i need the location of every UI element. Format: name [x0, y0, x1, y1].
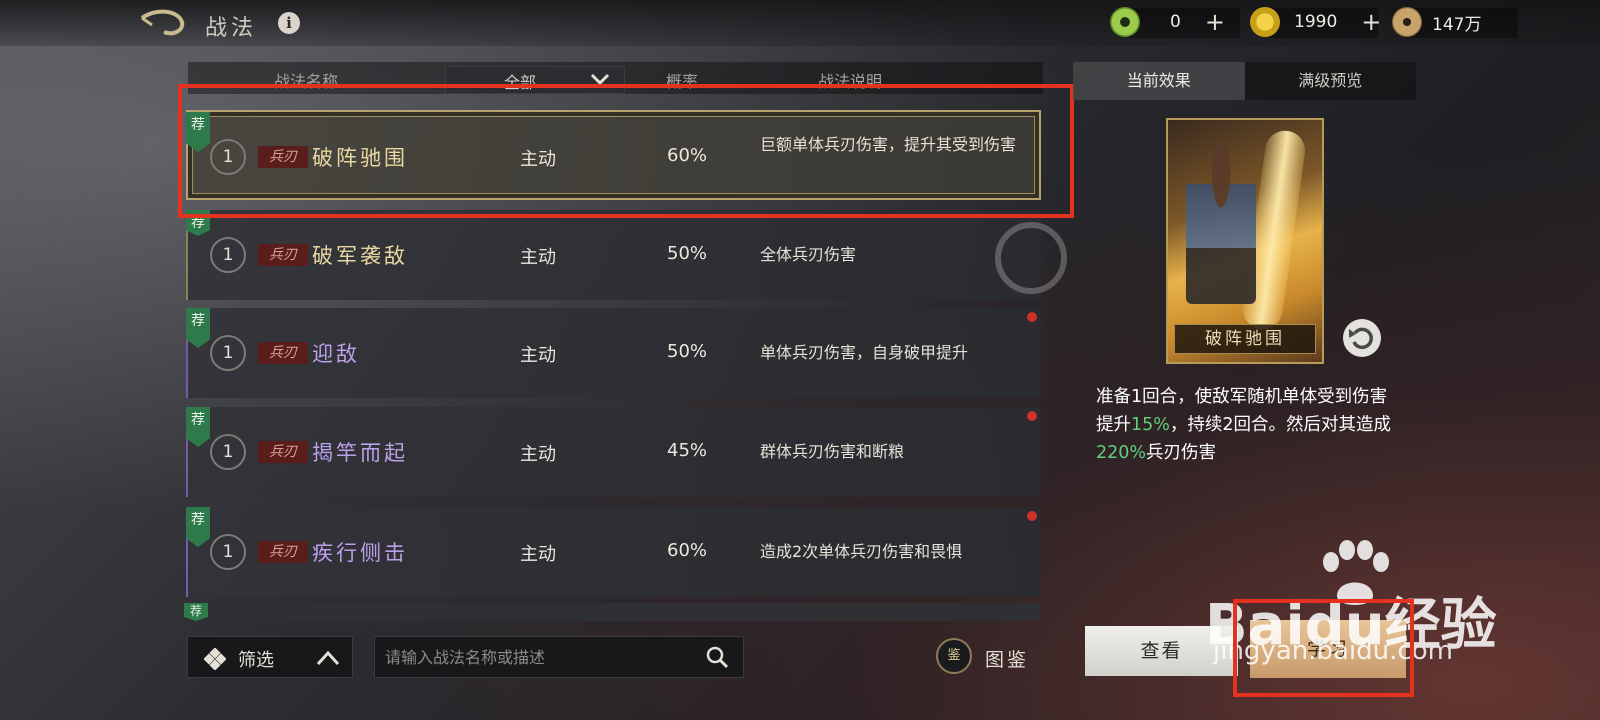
copper-coin-icon: [1392, 7, 1422, 37]
skill-level: 1: [210, 237, 246, 273]
resource-jade: 0 +: [1110, 6, 1225, 38]
loading-ring: [995, 222, 1067, 294]
highlight-box: [1233, 599, 1414, 697]
skill-row[interactable]: 荐 1 兵刃 破军袭敌 主动 50% 全体兵刃伤害: [186, 210, 1041, 300]
skill-tag: 兵刃: [258, 244, 308, 266]
back-arrow-icon: [140, 9, 185, 36]
skill-row[interactable]: 荐 1 兵刃 迎敌 主动 50% 单体兵刃伤害，自身破甲提升: [186, 308, 1041, 398]
card-skill-name: 破阵驰围: [1174, 324, 1316, 354]
search-box: [374, 636, 744, 678]
effect-description: 准备1回合，使敌军随机单体受到伤害提升15%，持续2回合。然后对其造成220%兵…: [1096, 383, 1396, 467]
highlight-box: [178, 84, 1074, 218]
search-input[interactable]: [385, 643, 685, 671]
resource-value: 0: [1170, 12, 1181, 32]
chevron-up-icon: [316, 650, 340, 666]
effect-text: 兵刃伤害: [1146, 443, 1217, 463]
skill-row[interactable]: 荐 1 兵刃 疾行侧击 主动 60% 造成2次单体兵刃伤害和畏惧: [186, 507, 1041, 597]
recommend-badge: 荐: [186, 407, 210, 447]
recommend-badge: 荐: [184, 603, 208, 621]
skill-name: 迎敌: [312, 342, 360, 366]
effect-value: 15%: [1131, 415, 1170, 435]
refresh-button[interactable]: [1343, 319, 1381, 357]
skill-rate: 45%: [667, 440, 708, 461]
card-art-figure: [1186, 144, 1256, 304]
skill-type: 主动: [520, 544, 556, 565]
info-icon[interactable]: i: [278, 12, 300, 34]
skill-rate: 50%: [667, 243, 708, 264]
search-icon[interactable]: [705, 645, 729, 669]
skill-tag: 兵刃: [258, 342, 308, 364]
skill-name: 疾行侧击: [312, 541, 408, 565]
skill-type: 主动: [520, 444, 556, 465]
codex-label: 图鉴: [985, 649, 1030, 671]
skill-tag: 兵刃: [258, 541, 308, 563]
resource-value: 1990: [1294, 12, 1338, 32]
skill-level: 1: [210, 434, 246, 470]
skill-type: 主动: [520, 345, 556, 366]
filter-label: 筛选: [238, 650, 274, 671]
panel-tabs: 当前效果 满级预览: [1073, 62, 1416, 100]
recommend-badge: 荐: [186, 507, 210, 547]
resource-copper: 147万: [1392, 6, 1481, 38]
refresh-icon: [1349, 327, 1373, 350]
filter-button[interactable]: 筛选: [187, 636, 353, 678]
skill-description: 群体兵刃伤害和断粮: [760, 442, 905, 461]
codex-button[interactable]: 鉴 图鉴: [936, 638, 1046, 678]
codex-icon: 鉴: [936, 638, 972, 674]
skill-level: 1: [210, 335, 246, 371]
tab-max-level-preview[interactable]: 满级预览: [1244, 62, 1416, 100]
add-jade-button[interactable]: +: [1205, 10, 1225, 34]
resource-value: 147万: [1432, 14, 1482, 35]
skill-tag: 兵刃: [258, 441, 308, 463]
resource-gold: 1990 +: [1250, 6, 1381, 38]
tab-current-effect[interactable]: 当前效果: [1073, 62, 1245, 100]
filter-icon: [204, 648, 226, 670]
new-indicator-dot: [1027, 312, 1037, 322]
skill-description: 造成2次单体兵刃伤害和畏惧: [760, 542, 963, 561]
jade-coin-icon: [1110, 7, 1140, 37]
back-button[interactable]: [138, 8, 188, 38]
skill-description: 单体兵刃伤害，自身破甲提升: [760, 343, 969, 362]
skill-name: 揭竿而起: [312, 441, 408, 465]
skill-name: 破军袭敌: [312, 244, 408, 268]
effect-text: ，持续2回合。然后对其造成: [1169, 415, 1392, 435]
skill-rate: 60%: [667, 540, 708, 561]
add-gold-button[interactable]: +: [1361, 10, 1381, 34]
skill-type: 主动: [520, 247, 556, 268]
effect-value: 220%: [1096, 443, 1147, 463]
new-indicator-dot: [1027, 411, 1037, 421]
skill-rate: 50%: [667, 341, 708, 362]
page-title: 战法: [205, 16, 258, 41]
new-indicator-dot: [1027, 511, 1037, 521]
skill-description: 全体兵刃伤害: [760, 245, 857, 264]
gold-coin-icon: [1250, 7, 1280, 37]
skill-level: 1: [210, 534, 246, 570]
recommend-badge: 荐: [186, 308, 210, 348]
skill-card: 破阵驰围: [1166, 118, 1324, 364]
skill-row[interactable]: 荐 1 兵刃 揭竿而起 主动 45% 群体兵刃伤害和断粮: [186, 407, 1041, 497]
skill-row[interactable]: 荐: [184, 603, 1041, 621]
